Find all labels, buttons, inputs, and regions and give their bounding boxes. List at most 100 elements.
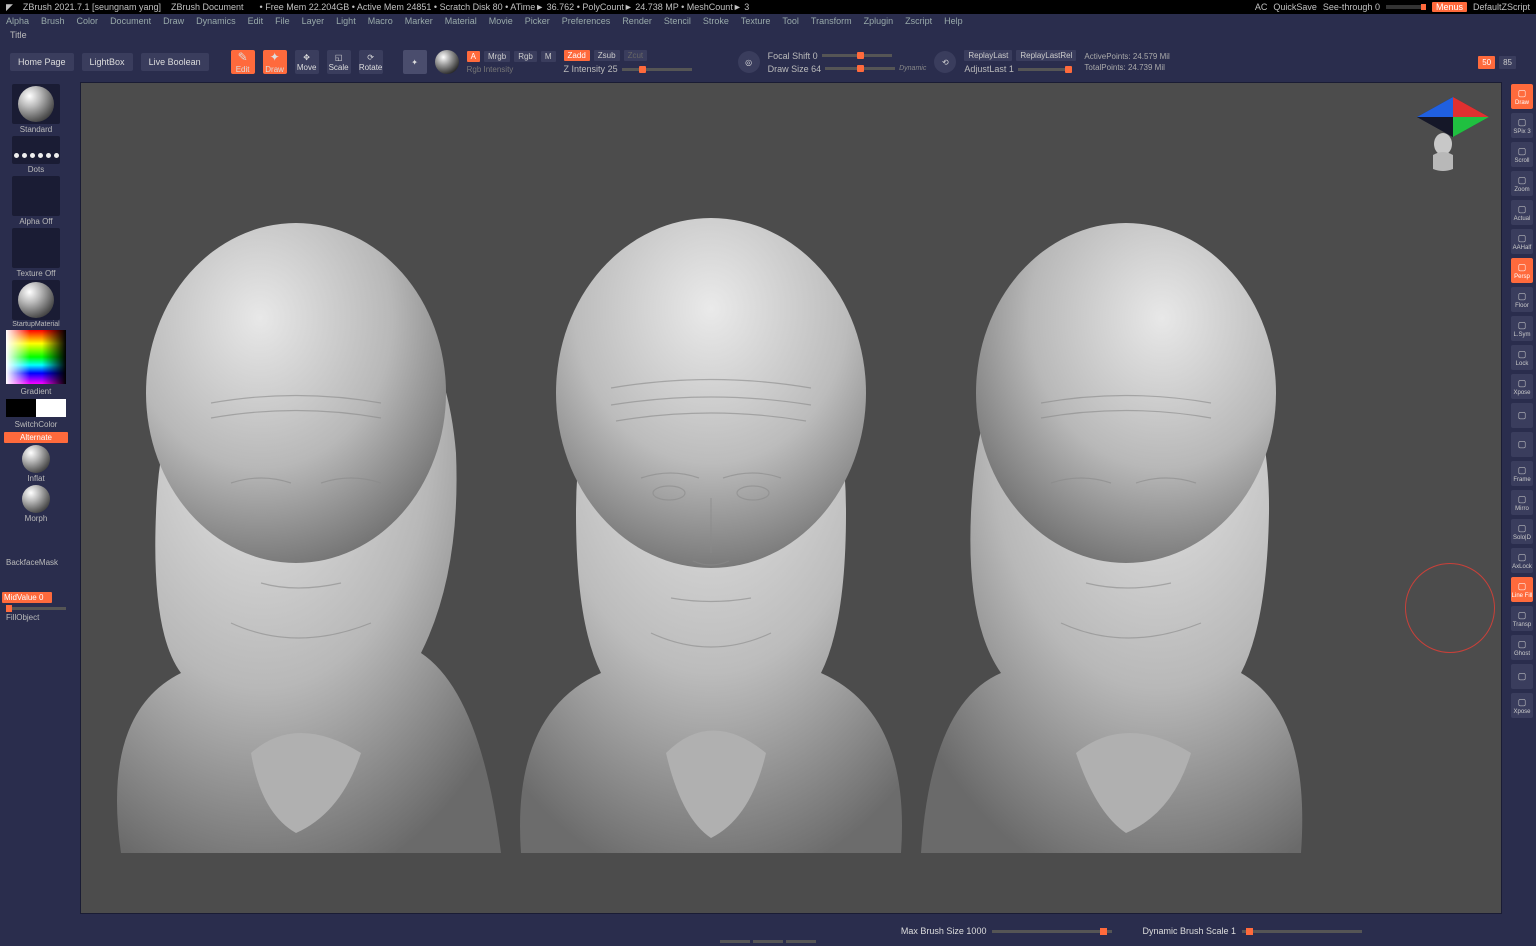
menu-zscript[interactable]: Zscript xyxy=(905,16,932,26)
right-l-sym[interactable]: ▢L.Sym xyxy=(1511,316,1533,341)
m-toggle[interactable]: M xyxy=(541,51,556,62)
right-line-fill[interactable]: ▢Line Fill xyxy=(1511,577,1533,602)
morph-brush[interactable]: Morph xyxy=(4,485,68,523)
menu-stencil[interactable]: Stencil xyxy=(664,16,691,26)
material-picker[interactable]: StartupMaterial xyxy=(4,280,68,328)
move-mode-button[interactable]: ✥Move xyxy=(295,50,319,74)
texture-picker[interactable]: Texture Off xyxy=(4,228,68,278)
alternate-button[interactable]: Alternate xyxy=(4,432,68,443)
right-solo-d[interactable]: ▢Solo|D xyxy=(1511,519,1533,544)
menu-alpha[interactable]: Alpha xyxy=(6,16,29,26)
right-draw[interactable]: ▢Draw xyxy=(1511,84,1533,109)
defaultzscript-button[interactable]: DefaultZScript xyxy=(1473,2,1530,12)
menu-zplugin[interactable]: Zplugin xyxy=(864,16,894,26)
menu-macro[interactable]: Macro xyxy=(368,16,393,26)
right-btn20[interactable]: ▢ xyxy=(1511,664,1533,689)
rotate-mode-button[interactable]: ⟳Rotate xyxy=(359,50,383,74)
fillobject-button[interactable]: FillObject xyxy=(4,612,68,623)
menu-texture[interactable]: Texture xyxy=(741,16,771,26)
right-aahalf[interactable]: ▢AAHalf xyxy=(1511,229,1533,254)
inflat-brush[interactable]: Inflat xyxy=(4,445,68,483)
right-lock[interactable]: ▢Lock xyxy=(1511,345,1533,370)
midvalue-label[interactable]: MidValue 0 xyxy=(2,592,52,603)
menu-color[interactable]: Color xyxy=(77,16,99,26)
liveboolean-button[interactable]: Live Boolean xyxy=(141,53,209,71)
menus-button[interactable]: Menus xyxy=(1432,2,1467,12)
home-button[interactable]: Home Page xyxy=(10,53,74,71)
right-mirro[interactable]: ▢Mirro xyxy=(1511,490,1533,515)
right-axlock[interactable]: ▢AxLock xyxy=(1511,548,1533,573)
rgb-toggle[interactable]: Rgb xyxy=(514,51,537,62)
menu-dynamics[interactable]: Dynamics xyxy=(196,16,236,26)
menu-help[interactable]: Help xyxy=(944,16,963,26)
viewport[interactable] xyxy=(80,82,1502,914)
gradient-label[interactable]: Gradient xyxy=(4,386,68,397)
menu-draw[interactable]: Draw xyxy=(163,16,184,26)
menu-material[interactable]: Material xyxy=(445,16,477,26)
scale-mode-button[interactable]: ◱Scale xyxy=(327,50,351,74)
color-picker[interactable] xyxy=(4,330,68,384)
right-transp[interactable]: ▢Transp xyxy=(1511,606,1533,631)
right-persp[interactable]: ▢Persp xyxy=(1511,258,1533,283)
right-spix-3[interactable]: ▢SPix 3 xyxy=(1511,113,1533,138)
right-btn11[interactable]: ▢ xyxy=(1511,403,1533,428)
switchcolor-button[interactable]: SwitchColor xyxy=(4,419,68,430)
quicksave-button[interactable]: QuickSave xyxy=(1273,2,1317,12)
zadd-toggle[interactable]: Zadd xyxy=(564,50,590,61)
seethrough-slider[interactable] xyxy=(1386,5,1426,9)
focal-shift-label: Focal Shift 0 xyxy=(768,51,818,61)
draw-size-slider[interactable] xyxy=(825,67,895,70)
draw-mode-button[interactable]: ✦Draw xyxy=(263,50,287,74)
menu-layer[interactable]: Layer xyxy=(302,16,325,26)
doc-subtitle: Title xyxy=(0,28,1536,42)
brush-picker[interactable]: Standard xyxy=(4,84,68,134)
gizmo-toggle[interactable]: ✦ xyxy=(403,50,427,74)
menu-edit[interactable]: Edit xyxy=(248,16,264,26)
right-xpose[interactable]: ▢Xpose xyxy=(1511,374,1533,399)
edit-mode-button[interactable]: ✎Edit xyxy=(231,50,255,74)
backface-mask[interactable]: BackfaceMask xyxy=(4,557,68,568)
menu-stroke[interactable]: Stroke xyxy=(703,16,729,26)
menu-preferences[interactable]: Preferences xyxy=(562,16,611,26)
undo-count[interactable]: 50 xyxy=(1478,56,1495,69)
right-scroll[interactable]: ▢Scroll xyxy=(1511,142,1533,167)
dynamic-brush-scale-slider[interactable] xyxy=(1242,930,1362,933)
replaylast-button[interactable]: ReplayLast xyxy=(964,50,1012,61)
mrgb-toggle[interactable]: Mrgb xyxy=(484,51,510,62)
right-toolbar: ▢Draw ▢SPix 3 ▢Scroll ▢Zoom ▢Actual ▢AAHalf ▢P… xyxy=(1508,82,1536,914)
lightbox-button[interactable]: LightBox xyxy=(82,53,133,71)
max-brush-size-slider[interactable] xyxy=(992,930,1112,933)
midvalue-slider[interactable] xyxy=(6,607,66,610)
zsub-toggle[interactable]: Zsub xyxy=(594,50,620,61)
menu-file[interactable]: File xyxy=(275,16,290,26)
dynamic-label[interactable]: Dynamic xyxy=(899,65,926,72)
a-toggle[interactable]: A xyxy=(467,51,480,62)
gradient-swatch[interactable] xyxy=(6,399,66,417)
ac-label: AC xyxy=(1255,2,1268,12)
menu-render[interactable]: Render xyxy=(622,16,652,26)
adjustlast-slider[interactable] xyxy=(1018,68,1068,71)
stroke-picker[interactable]: Dots xyxy=(4,136,68,174)
menu-movie[interactable]: Movie xyxy=(489,16,513,26)
menu-brush[interactable]: Brush xyxy=(41,16,65,26)
right-actual[interactable]: ▢Actual xyxy=(1511,200,1533,225)
right-btn12[interactable]: ▢ xyxy=(1511,432,1533,457)
right-floor[interactable]: ▢Floor xyxy=(1511,287,1533,312)
axis-gizmo[interactable] xyxy=(1413,89,1493,179)
menu-transform[interactable]: Transform xyxy=(811,16,852,26)
right-xpose[interactable]: ▢Xpose xyxy=(1511,693,1533,718)
menu-picker[interactable]: Picker xyxy=(525,16,550,26)
right-ghost[interactable]: ▢Ghost xyxy=(1511,635,1533,660)
menu-document[interactable]: Document xyxy=(110,16,151,26)
menu-tool[interactable]: Tool xyxy=(782,16,799,26)
matcap-preview[interactable] xyxy=(435,50,459,74)
z-intensity-slider[interactable] xyxy=(622,68,692,71)
menu-marker[interactable]: Marker xyxy=(405,16,433,26)
focal-shift-slider[interactable] xyxy=(822,54,892,57)
right-frame[interactable]: ▢Frame xyxy=(1511,461,1533,486)
right-zoom[interactable]: ▢Zoom xyxy=(1511,171,1533,196)
alpha-picker[interactable]: Alpha Off xyxy=(4,176,68,226)
menu-light[interactable]: Light xyxy=(336,16,356,26)
zcut-toggle[interactable]: Zcut xyxy=(624,50,648,61)
replaylastrel-button[interactable]: ReplayLastRel xyxy=(1016,50,1076,61)
